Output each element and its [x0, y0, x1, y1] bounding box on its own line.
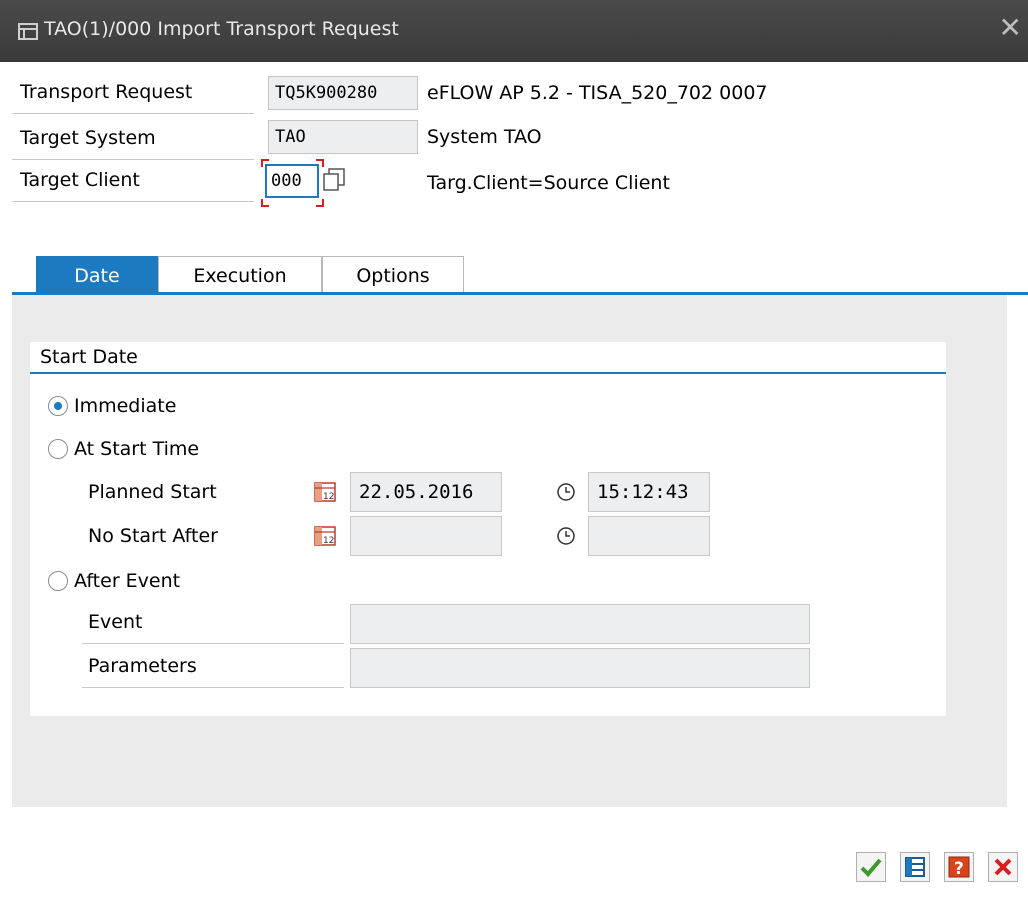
- schedule-button[interactable]: [900, 852, 930, 882]
- parameters-label: Parameters: [82, 646, 344, 688]
- svg-text:12: 12: [323, 536, 334, 546]
- after-event-radio[interactable]: [48, 571, 68, 591]
- tab-date[interactable]: Date: [36, 256, 158, 294]
- transport-request-description: eFLOW AP 5.2 - TISA_520_702 0007: [427, 82, 768, 104]
- target-client-label: Target Client: [12, 160, 254, 202]
- tab-options[interactable]: Options: [322, 256, 464, 294]
- group-title-underline: [30, 372, 946, 374]
- window-menu-icon[interactable]: [18, 22, 40, 42]
- help-button[interactable]: ?: [944, 852, 974, 882]
- event-field[interactable]: [350, 604, 810, 644]
- calendar-icon[interactable]: 12: [314, 526, 336, 546]
- target-system-description: System TAO: [427, 126, 542, 148]
- cancel-icon: [994, 858, 1012, 876]
- transport-request-field: TQ5K900280: [268, 76, 418, 110]
- continue-button[interactable]: [856, 852, 886, 882]
- help-icon: ?: [948, 856, 970, 879]
- planned-start-label: Planned Start: [88, 481, 217, 503]
- check-icon: [860, 858, 882, 877]
- immediate-radio[interactable]: [48, 396, 68, 416]
- close-icon[interactable]: ✕: [999, 14, 1022, 42]
- window-title: TAO(1)/000 Import Transport Request: [44, 18, 399, 40]
- focus-corner: [316, 199, 324, 207]
- after-event-label[interactable]: After Event: [74, 567, 180, 595]
- no-start-after-label: No Start After: [88, 525, 218, 547]
- planned-start-time-field[interactable]: 15:12:43: [588, 472, 710, 512]
- target-client-input[interactable]: 000: [265, 164, 319, 198]
- no-start-after-date-field[interactable]: [350, 516, 502, 556]
- at-start-time-label[interactable]: At Start Time: [74, 435, 199, 463]
- planned-start-date-field[interactable]: 22.05.2016: [350, 472, 502, 512]
- parameters-field[interactable]: [350, 648, 810, 688]
- transport-request-label: Transport Request: [12, 72, 254, 114]
- target-system-field: TAO: [268, 120, 418, 154]
- focus-corner: [261, 199, 269, 207]
- no-start-after-time-field[interactable]: [588, 516, 710, 556]
- clock-icon[interactable]: [556, 526, 576, 546]
- group-title: Start Date: [40, 346, 138, 368]
- value-help-icon[interactable]: [322, 166, 348, 196]
- calendar-icon[interactable]: 12: [314, 482, 336, 502]
- svg-text:12: 12: [323, 492, 334, 502]
- schedule-icon: [905, 857, 925, 877]
- target-client-description: Targ.Client=Source Client: [427, 172, 670, 194]
- title-bar: TAO(1)/000 Import Transport Request ✕: [0, 0, 1028, 62]
- cancel-button[interactable]: [988, 852, 1018, 882]
- clock-icon[interactable]: [556, 482, 576, 502]
- at-start-time-radio[interactable]: [48, 439, 68, 459]
- focus-corner: [261, 159, 269, 167]
- event-label: Event: [82, 602, 344, 644]
- svg-text:?: ?: [954, 859, 964, 879]
- immediate-label[interactable]: Immediate: [74, 392, 176, 420]
- tab-execution[interactable]: Execution: [158, 256, 322, 294]
- target-system-label: Target System: [12, 118, 254, 160]
